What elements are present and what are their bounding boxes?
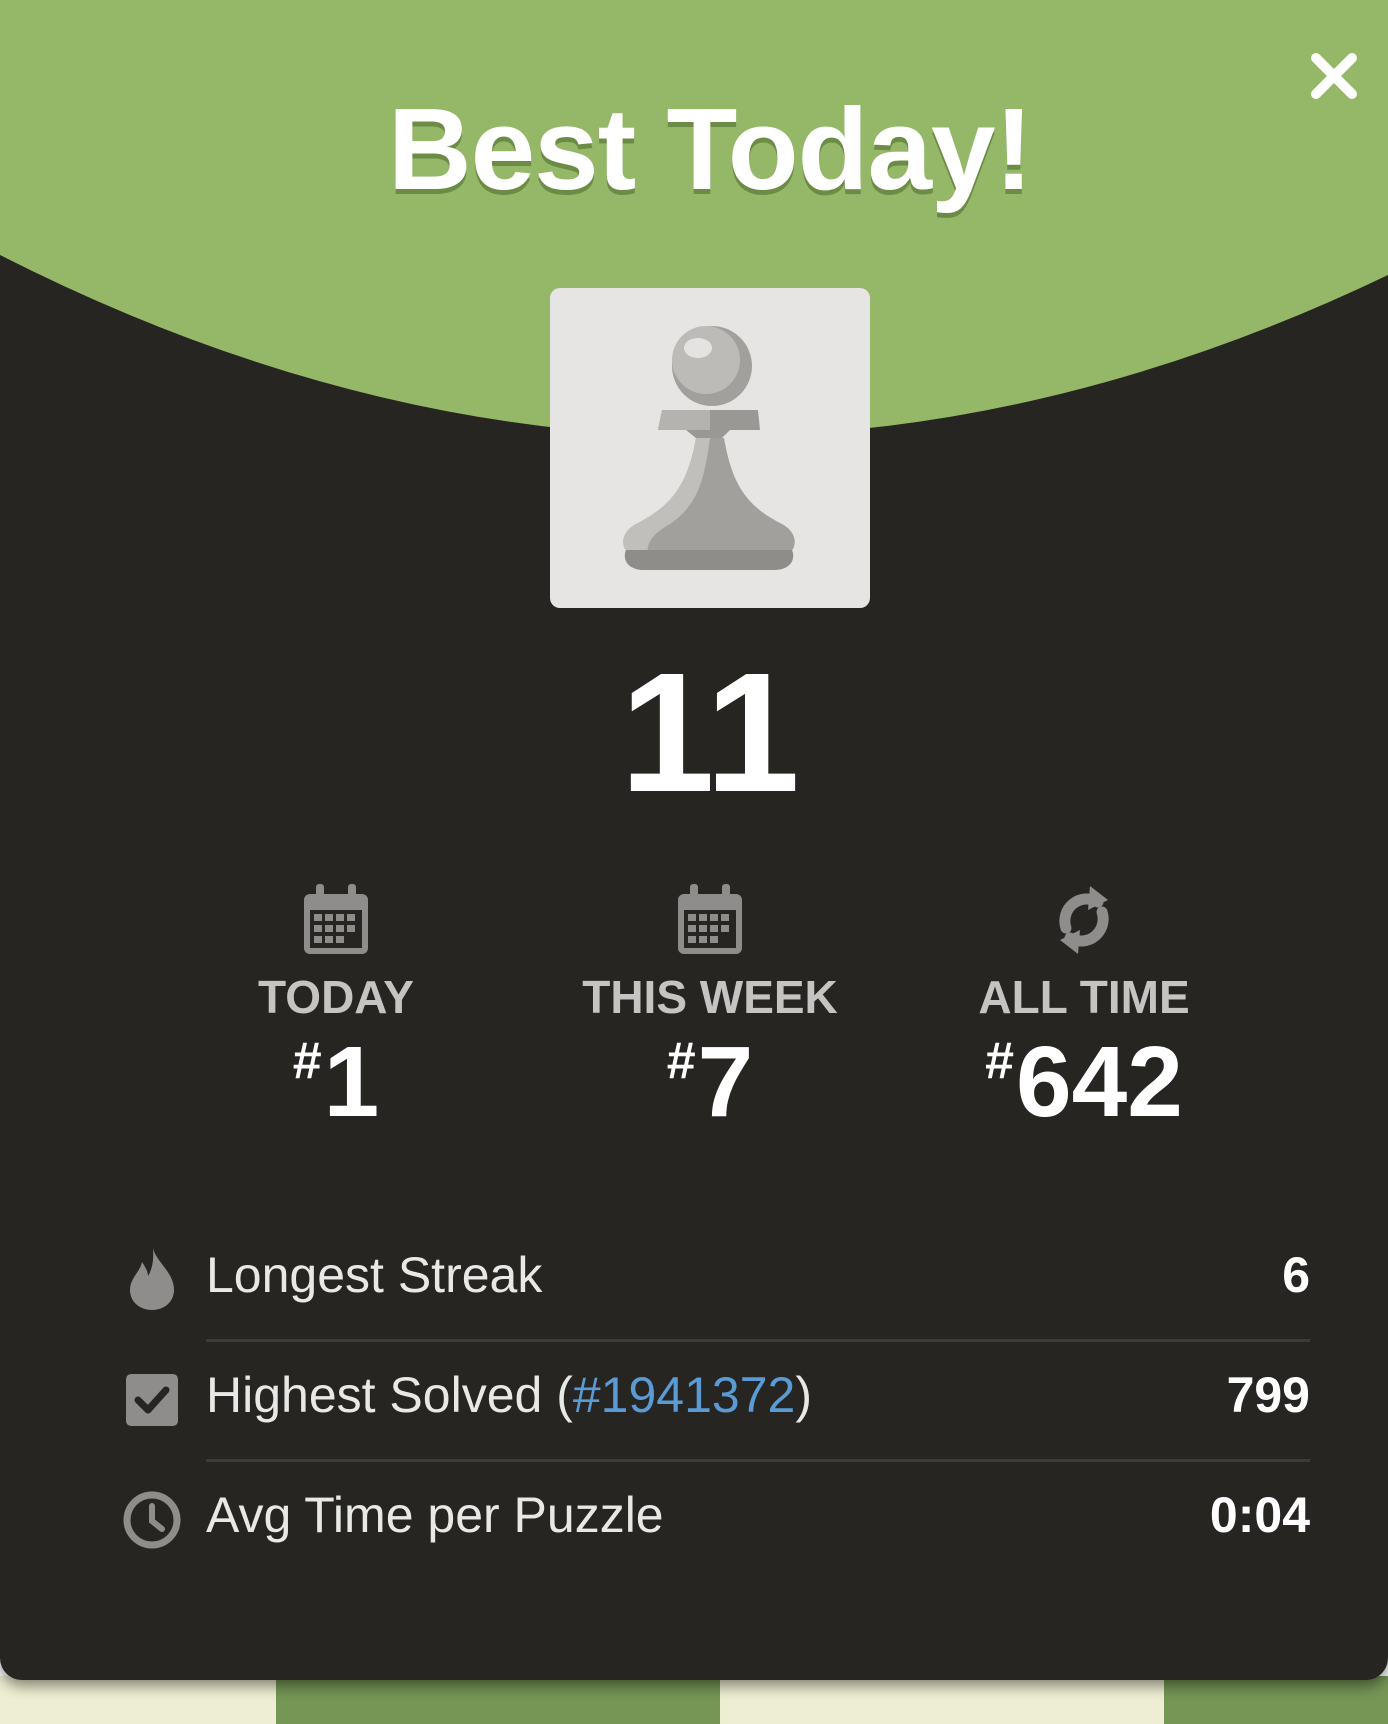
board-square xyxy=(276,1676,720,1724)
modal-title: Best Today! xyxy=(387,84,1033,214)
rank-all-time: ALL TIME #642 xyxy=(914,880,1254,1132)
calendar-icon xyxy=(678,884,742,954)
rank-hash: # xyxy=(985,1032,1015,1090)
stat-value: 799 xyxy=(1226,1367,1310,1423)
stat-label: Avg Time per Puzzle xyxy=(206,1487,664,1543)
stat-value: 0:04 xyxy=(1209,1487,1310,1543)
rank-hash: # xyxy=(666,1032,696,1090)
pawn-icon xyxy=(623,326,795,570)
rank-label: TODAY xyxy=(258,971,414,1023)
stat-row-longest-streak: Longest Streak 6 xyxy=(120,1222,1310,1342)
checkbox-icon xyxy=(126,1374,178,1426)
rank-this-week: THIS WEEK #7 xyxy=(540,880,880,1132)
rank-number: 7 xyxy=(697,1026,754,1138)
rank-hash: # xyxy=(292,1032,322,1090)
puzzle-results-modal: Best Today! 11 TODAY #1 THIS WEEK #7 ALL… xyxy=(0,0,1388,1680)
rank-label: ALL TIME xyxy=(978,971,1190,1023)
board-square xyxy=(1164,1676,1388,1724)
stat-label-prefix: Highest Solved ( xyxy=(206,1367,573,1423)
rank-number: 1 xyxy=(323,1026,380,1138)
close-icon xyxy=(1311,53,1357,99)
rank-today: TODAY #1 xyxy=(166,880,506,1132)
calendar-icon xyxy=(304,884,368,954)
close-button[interactable] xyxy=(1294,36,1374,116)
avatar xyxy=(550,288,870,608)
rank-value: #1 xyxy=(166,1032,506,1132)
rank-value: #7 xyxy=(540,1032,880,1132)
stat-row-highest-solved: Highest Solved (#1941372) 799 xyxy=(120,1342,1310,1462)
chessboard-background xyxy=(0,1676,1388,1724)
flame-icon xyxy=(130,1248,174,1310)
stat-label: Highest Solved (#1941372) xyxy=(206,1366,812,1424)
score-value: 11 xyxy=(620,638,800,828)
puzzle-link[interactable]: #1941372 xyxy=(573,1367,795,1423)
rank-value: #642 xyxy=(914,1032,1254,1132)
stat-value: 6 xyxy=(1282,1247,1310,1303)
rank-number: 642 xyxy=(1016,1026,1183,1138)
clock-icon xyxy=(123,1491,181,1549)
refresh-icon xyxy=(1059,886,1109,954)
stat-label-suffix: ) xyxy=(795,1367,812,1423)
stat-row-avg-time: Avg Time per Puzzle 0:04 xyxy=(120,1462,1310,1582)
stats-list: Longest Streak 6 Highest Solved (#194137… xyxy=(120,1222,1310,1582)
board-square xyxy=(720,1676,1164,1724)
board-square xyxy=(0,1676,276,1724)
rank-label: THIS WEEK xyxy=(582,971,838,1023)
stat-label: Longest Streak xyxy=(206,1247,543,1303)
